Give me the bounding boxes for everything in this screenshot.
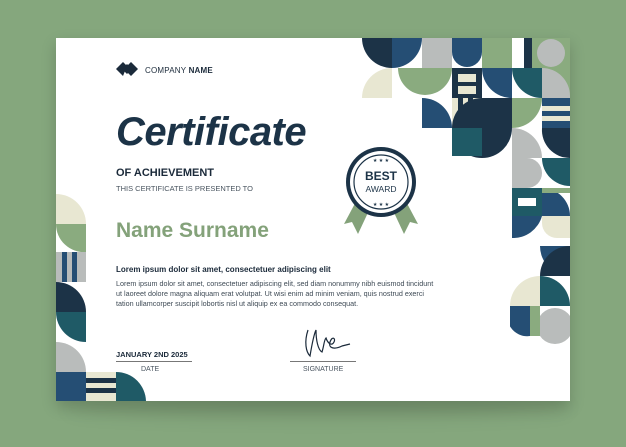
body-paragraph: Lorem ipsum dolor sit amet, consectetuer… xyxy=(116,279,434,308)
company-logo-icon xyxy=(116,62,138,76)
certificate-title: Certificate xyxy=(116,110,307,154)
signature-scribble xyxy=(305,329,351,358)
presented-to-line: THIS CERTIFICATE IS PRESENTED TO xyxy=(116,184,253,193)
date-underline xyxy=(116,361,192,362)
date-value: JANUARY 2ND 2025 xyxy=(116,350,188,359)
company-name: COMPANY NAME xyxy=(145,66,213,75)
date-label: DATE xyxy=(141,366,160,373)
card-shadow xyxy=(66,398,570,418)
signature-label: SIGNATURE xyxy=(303,366,344,373)
recipient-name: Name Surname xyxy=(116,219,269,242)
certificate-card: COMPANY NAME Certificate OF ACHIEVEMENT … xyxy=(56,38,570,401)
lead-sentence: Lorem ipsum dolor sit amet, consectetuer… xyxy=(116,265,331,274)
right-side-pattern xyxy=(510,246,570,344)
svg-text:★ ★ ★: ★ ★ ★ xyxy=(373,158,390,164)
badge-line-2: AWARD xyxy=(365,184,397,194)
badge-line-1: BEST xyxy=(364,169,397,183)
certificate-subtitle: OF ACHIEVEMENT xyxy=(116,167,214,179)
svg-text:★ ★ ★: ★ ★ ★ xyxy=(373,202,390,208)
signature-underline xyxy=(290,361,356,362)
